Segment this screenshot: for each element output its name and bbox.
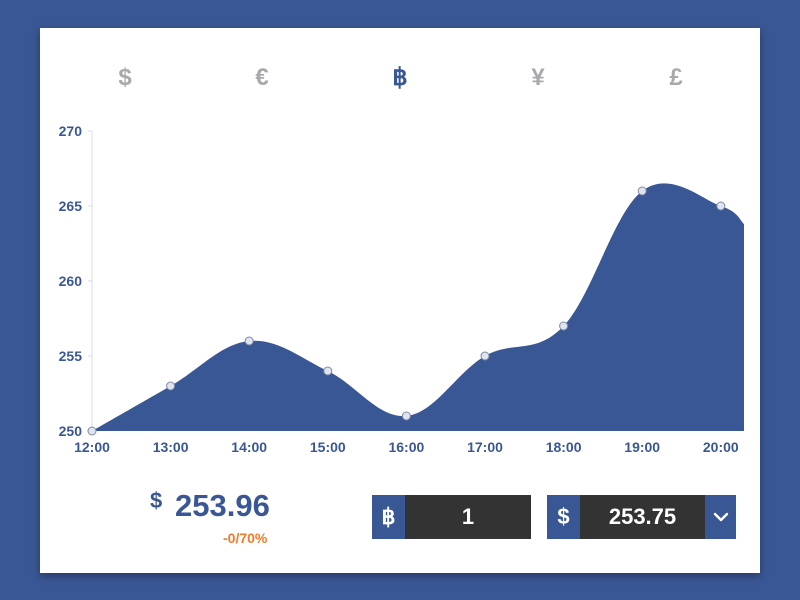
area-series [92,183,744,431]
data-point [166,381,176,391]
x-tick-label: 12:00 [74,439,110,455]
x-tick-label: 15:00 [310,439,346,455]
x-tick-label: 17:00 [467,439,503,455]
dollar-amount-input[interactable] [580,495,705,539]
x-tick-label: 14:00 [231,439,267,455]
bitcoin-amount-input[interactable] [405,495,531,539]
bitcoin-icon: ฿ [372,495,405,539]
converter-from: ฿ [372,495,531,539]
data-point [559,321,569,331]
x-tick-label: 20:00 [703,439,739,455]
x-tick-label: 13:00 [153,439,189,455]
current-price: 253.96 [175,488,270,523]
price-currency-symbol: $ [150,488,163,513]
price-chart-card: $ € ฿ ¥ £ 250 255 260 265 270 12:00 13:00 14:00… [40,28,760,573]
y-tick-label: 270 [59,123,83,139]
y-tick-label: 260 [59,273,83,289]
chevron-down-icon [713,512,728,522]
data-point [716,201,726,211]
y-tick-label: 255 [59,348,83,364]
price-area-chart: 250 255 260 265 270 12:00 13:00 14:00 15:00 16:00… [59,123,744,455]
y-tick-label: 250 [59,423,83,439]
x-tick-label: 16:00 [388,439,424,455]
data-point [480,351,490,361]
dollar-icon: $ [547,495,580,539]
data-point [401,411,411,421]
converter-to: $ [547,495,736,539]
data-point [244,336,254,346]
currency-dropdown-button[interactable] [705,495,736,539]
data-point [637,186,647,196]
data-point [323,366,333,376]
price-change: -0/70% [223,530,268,546]
y-tick-label: 265 [59,198,83,214]
data-point [87,426,97,436]
x-tick-label: 18:00 [546,439,582,455]
x-tick-label: 19:00 [624,439,660,455]
